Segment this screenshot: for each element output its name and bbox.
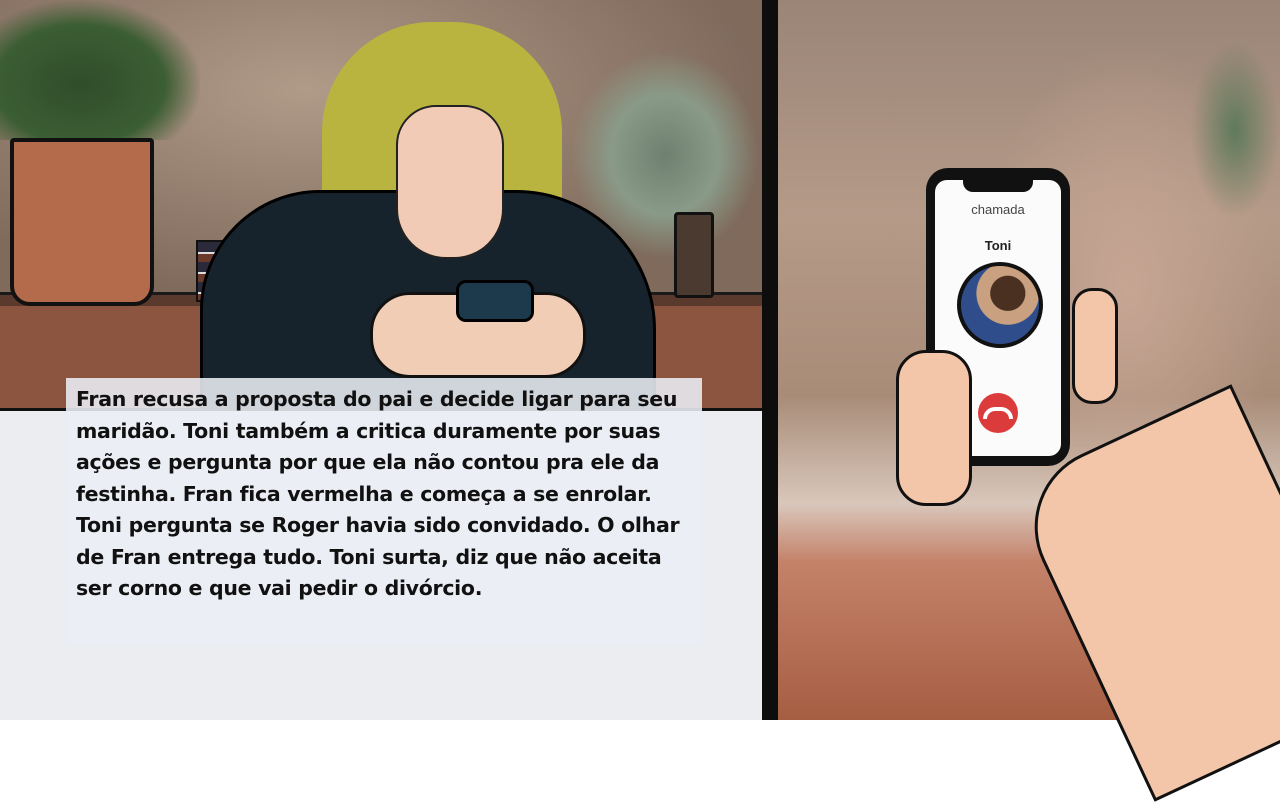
fran-phone xyxy=(456,280,534,322)
caller-name: Toni xyxy=(984,238,1012,253)
fingers xyxy=(896,350,972,506)
phone-notch xyxy=(963,178,1033,192)
thumb xyxy=(1072,288,1118,404)
caller-avatar xyxy=(957,262,1043,348)
flower-pot xyxy=(10,138,154,306)
panel-divider xyxy=(762,0,778,720)
call-label: chamada xyxy=(971,202,1025,217)
fran-face xyxy=(396,105,504,259)
vase xyxy=(674,212,714,298)
phone-hangup-icon xyxy=(983,407,1013,419)
story-caption: Fran recusa a proposta do pai e decide l… xyxy=(66,378,702,646)
blurred-plant xyxy=(1190,40,1280,220)
plant xyxy=(0,0,200,140)
hangup-button[interactable] xyxy=(978,393,1018,433)
